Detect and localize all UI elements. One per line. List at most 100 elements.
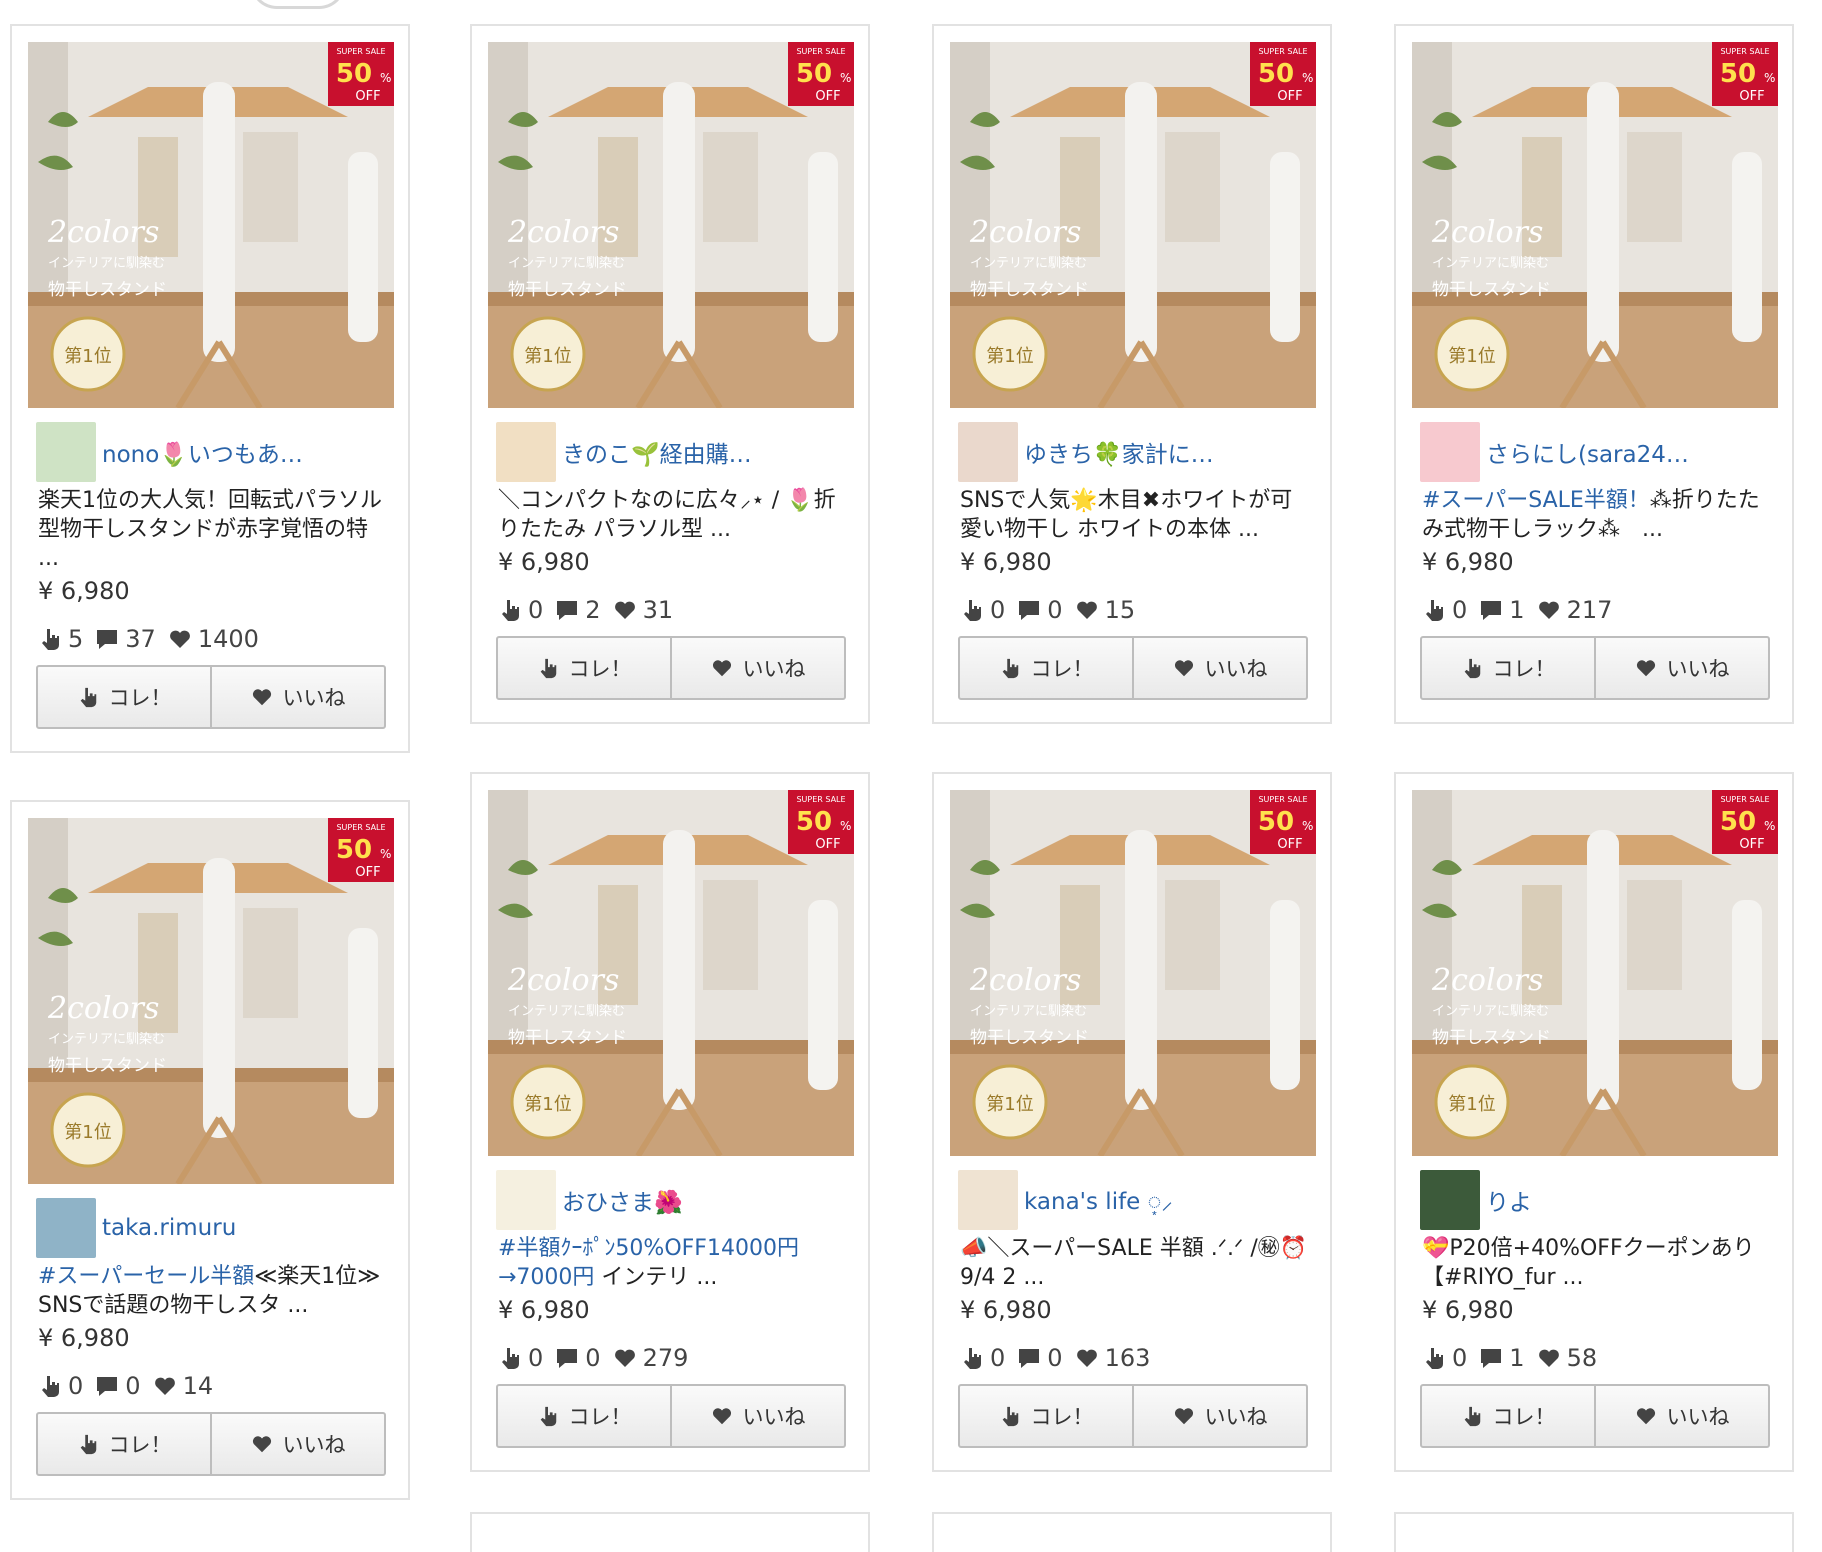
iine-button[interactable]: いいね <box>1594 1386 1768 1446</box>
action-buttons: コレ！ いいね <box>958 1384 1308 1448</box>
kore-button[interactable]: コレ！ <box>38 667 210 727</box>
post-description[interactable]: 📣＼スーパーSALE 半額 .ᐟ.ᐟ /㊙︎⏰9/4 2 ... <box>960 1234 1310 1292</box>
post-description[interactable]: #スーパーSALE半額！⁂折りたたみ式物干しラック⁂ ... <box>1422 486 1772 544</box>
image-title: 物干しスタンド <box>1432 1028 1551 1048</box>
comment-icon <box>1019 1349 1040 1368</box>
like-count: 217 <box>1566 596 1613 624</box>
sale-off-label: OFF <box>1739 837 1764 852</box>
comment-icon <box>557 1349 578 1368</box>
iine-button[interactable]: いいね <box>210 1414 384 1474</box>
product-card[interactable]: 2colors インテリアに馴染む 物干しスタンド 第1位 SUPER SALE… <box>470 24 870 724</box>
product-card[interactable]: 2colors インテリアに馴染む 物干しスタンド 第1位 SUPER SALE… <box>932 772 1332 1472</box>
action-buttons: コレ！ いいね <box>1420 636 1770 700</box>
kore-count: 0 <box>68 1372 84 1400</box>
image-subtitle: インテリアに馴染む <box>48 1032 165 1047</box>
user-row[interactable]: きのこ🌱経由購… <box>496 421 752 483</box>
user-row[interactable]: ゆきち🍀家計に… <box>958 421 1214 483</box>
description-text: 💝P20倍+40%OFFクーポンあり【#RIYO_fur ... <box>1422 1236 1755 1290</box>
heart-icon <box>252 689 271 706</box>
username[interactable]: さらにし(sara24… <box>1486 435 1689 469</box>
iine-button-label: いいね <box>1204 657 1268 681</box>
user-row[interactable]: りよ <box>1420 1169 1532 1231</box>
product-card[interactable]: 2colors インテリアに馴染む 物干しスタンド 第1位 SUPER SALE… <box>470 772 870 1472</box>
product-card[interactable]: 2colors インテリアに馴染む 物干しスタンド 第1位 SUPER SALE… <box>1394 24 1794 724</box>
iine-button[interactable]: いいね <box>670 638 844 698</box>
iine-button[interactable]: いいね <box>1132 1386 1306 1446</box>
kore-button[interactable]: コレ！ <box>498 1386 670 1446</box>
username[interactable]: taka.rimuru <box>102 1215 236 1241</box>
pointer-hand-icon <box>42 1376 59 1397</box>
avatar[interactable] <box>958 422 1018 482</box>
product-image[interactable]: 2colors インテリアに馴染む 物干しスタンド 第1位 SUPER SALE… <box>28 818 394 1184</box>
post-description[interactable]: 💝P20倍+40%OFFクーポンあり【#RIYO_fur ... <box>1422 1234 1772 1292</box>
pointer-hand-icon <box>80 687 96 708</box>
avatar[interactable] <box>1420 422 1480 482</box>
hashtag-link[interactable]: #スーパーセール半額 <box>38 1264 254 1289</box>
product-card[interactable]: 2colors インテリアに馴染む 物干しスタンド 第1位 SUPER SALE… <box>1394 772 1794 1472</box>
username[interactable]: おひさま🌺 <box>562 1183 683 1217</box>
username[interactable]: りよ <box>1486 1183 1532 1217</box>
rank-badge: 第1位 <box>1448 346 1495 367</box>
avatar[interactable] <box>496 422 556 482</box>
username[interactable]: ゆきち🍀家計に… <box>1024 435 1214 469</box>
avatar[interactable] <box>1420 1170 1480 1230</box>
product-image[interactable]: 2colors インテリアに馴染む 物干しスタンド 第1位 SUPER SALE… <box>1412 790 1778 1156</box>
avatar[interactable] <box>36 422 96 482</box>
user-row[interactable]: kana's life ◌͙⸝ <box>958 1169 1173 1231</box>
product-card[interactable]: 2colors インテリアに馴染む 物干しスタンド 第1位 SUPER SALE… <box>932 24 1332 724</box>
user-row[interactable]: taka.rimuru <box>36 1197 236 1259</box>
product-image[interactable]: 2colors インテリアに馴染む 物干しスタンド 第1位 SUPER SALE… <box>488 42 854 408</box>
heart-icon <box>1538 601 1559 619</box>
product-price: ¥ 6,980 <box>38 1324 130 1352</box>
username[interactable]: nono🌷いつもあ… <box>102 435 303 469</box>
image-title: 物干しスタンド <box>1432 280 1551 300</box>
sale-off-label: OFF <box>1277 89 1302 104</box>
sale-percent: 50 <box>1258 59 1294 89</box>
post-description[interactable]: 楽天1位の大人気！回転式パラソル型物干しスタンドが赤字覚悟の特 ... <box>38 486 388 573</box>
product-image[interactable]: 2colors インテリアに馴染む 物干しスタンド 第1位 SUPER SALE… <box>950 790 1316 1156</box>
post-description[interactable]: #半額ｸｰﾎﾟﾝ50%OFF14000円→7000円 インテリ ... <box>498 1234 848 1292</box>
username[interactable]: kana's life ◌͙⸝ <box>1024 1184 1173 1216</box>
avatar[interactable] <box>958 1170 1018 1230</box>
rank-badge: 第1位 <box>524 1094 571 1115</box>
kore-button[interactable]: コレ！ <box>1422 638 1594 698</box>
iine-button-label: いいね <box>1666 1405 1730 1429</box>
iine-button[interactable]: いいね <box>670 1386 844 1446</box>
product-card[interactable]: 2colors インテリアに馴染む 物干しスタンド 第1位 SUPER SALE… <box>10 24 410 753</box>
heart-icon <box>154 1377 175 1395</box>
iine-button[interactable]: いいね <box>1594 638 1768 698</box>
username[interactable]: きのこ🌱経由購… <box>562 435 752 469</box>
svg-text:%: % <box>840 819 851 833</box>
product-image[interactable]: 2colors インテリアに馴染む 物干しスタンド 第1位 SUPER SALE… <box>1412 42 1778 408</box>
kore-button[interactable]: コレ！ <box>960 1386 1132 1446</box>
like-count: 1400 <box>197 625 259 653</box>
product-image[interactable]: 2colors インテリアに馴染む 物干しスタンド 第1位 SUPER SALE… <box>950 42 1316 408</box>
pointer-hand-icon <box>1464 658 1480 679</box>
iine-button[interactable]: いいね <box>1132 638 1306 698</box>
iine-button[interactable]: いいね <box>210 667 384 727</box>
product-card[interactable]: 2colors インテリアに馴染む 物干しスタンド 第1位 SUPER SALE… <box>10 800 410 1500</box>
super-sale-label: SUPER SALE <box>1258 47 1307 56</box>
post-description[interactable]: SNSで人気🌟木目✖︎ホワイトが可愛い物干し ホワイトの本体 ... <box>960 486 1310 544</box>
product-image[interactable]: 2colors インテリアに馴染む 物干しスタンド 第1位 SUPER SALE… <box>488 790 854 1156</box>
pointer-hand-icon <box>42 629 59 650</box>
post-description[interactable]: ＼コンパクトなのに広々⸝⋆ / 🌷折りたたみ パラソル型 ... <box>498 486 848 544</box>
avatar[interactable] <box>36 1198 96 1258</box>
kore-button[interactable]: コレ！ <box>1422 1386 1594 1446</box>
avatar[interactable] <box>496 1170 556 1230</box>
user-row[interactable]: さらにし(sara24… <box>1420 421 1689 483</box>
like-count: 58 <box>1566 1344 1598 1372</box>
kore-button[interactable]: コレ！ <box>498 638 670 698</box>
kore-count: 0 <box>528 596 544 624</box>
kore-button-label: コレ！ <box>568 1405 632 1429</box>
hashtag-link[interactable]: #スーパーSALE半額！ <box>1422 488 1650 513</box>
user-row[interactable]: nono🌷いつもあ… <box>36 421 303 483</box>
kore-button[interactable]: コレ！ <box>38 1414 210 1474</box>
post-description[interactable]: #スーパーセール半額≪楽天1位≫ SNSで話題の物干しスタ ... <box>38 1262 388 1320</box>
product-image[interactable]: 2colors インテリアに馴染む 物干しスタンド 第1位 SUPER SALE… <box>28 42 394 408</box>
product-price: ¥ 6,980 <box>1422 548 1514 576</box>
user-row[interactable]: おひさま🌺 <box>496 1169 683 1231</box>
comment-icon <box>1019 601 1040 620</box>
kore-button[interactable]: コレ！ <box>960 638 1132 698</box>
svg-text:%: % <box>1302 819 1313 833</box>
